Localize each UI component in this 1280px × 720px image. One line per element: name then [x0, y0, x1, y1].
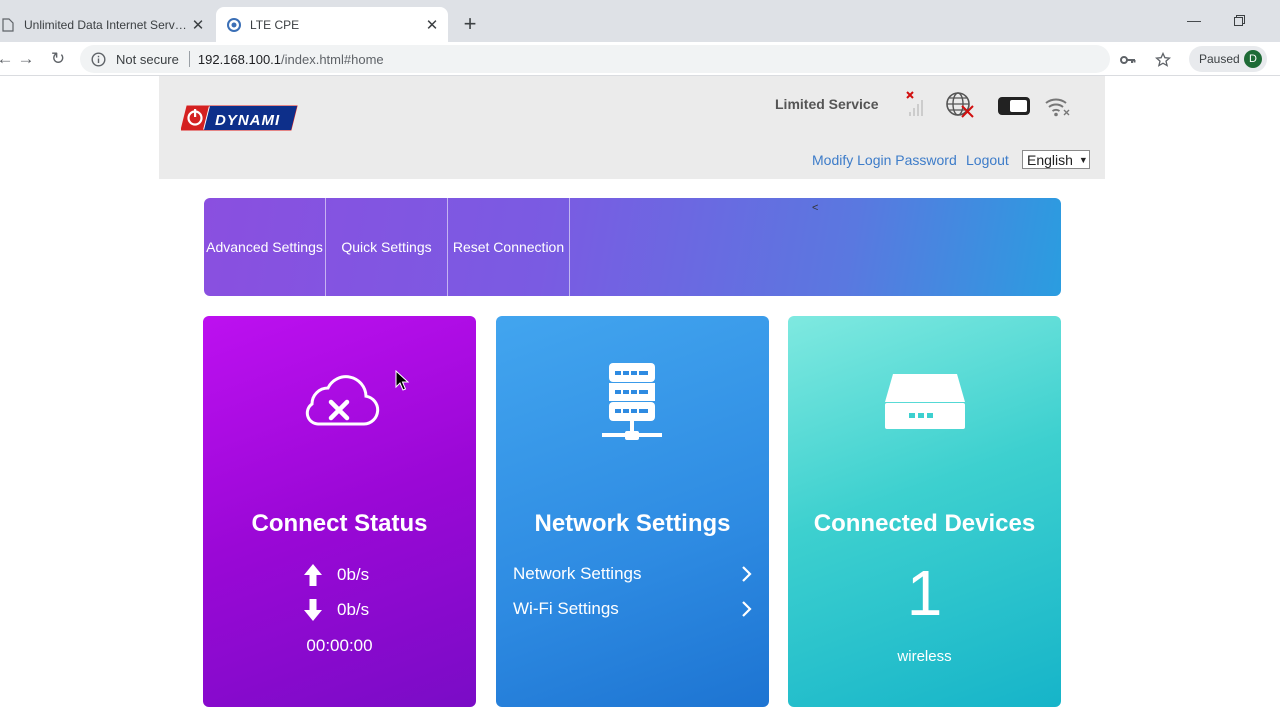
- menu-quick-settings[interactable]: Quick Settings: [326, 198, 448, 296]
- signal-icon: [904, 90, 924, 120]
- key-icon[interactable]: [1118, 50, 1138, 70]
- url-host: 192.168.100.1: [197, 51, 282, 67]
- wifi-settings-link[interactable]: Wi-Fi Settings: [513, 599, 753, 619]
- router-device-icon: [883, 372, 967, 437]
- new-tab-button[interactable]: +: [458, 11, 482, 36]
- connected-devices-card[interactable]: Connected Devices 1 wireless: [788, 316, 1061, 707]
- browser-toolbar: ← → ↻ Not secure 192.168.100.1/index.htm…: [0, 42, 1280, 76]
- card-title: Network Settings: [534, 510, 731, 537]
- card-title: Connected Devices: [813, 510, 1036, 537]
- forward-icon[interactable]: →: [15, 48, 37, 70]
- profile-status: Paused: [1199, 52, 1240, 66]
- url-path: /index.html#home: [281, 51, 384, 67]
- info-icon[interactable]: [90, 51, 106, 67]
- bookmark-star-icon[interactable]: [1153, 50, 1173, 70]
- restore-icon[interactable]: [1229, 10, 1249, 30]
- main-menu-bar: Advanced Settings Quick Settings Reset C…: [204, 198, 1061, 296]
- avatar: D: [1244, 50, 1262, 68]
- link-label: Network Settings: [513, 564, 642, 583]
- security-label: Not secure: [116, 51, 179, 67]
- chevron-right-icon: [742, 601, 752, 617]
- tab-unlimited-data[interactable]: Unlimited Data Internet Service - ✕: [0, 7, 214, 42]
- arrow-up-icon: [304, 564, 322, 586]
- mouse-cursor-icon: [395, 369, 410, 397]
- link-label: Wi-Fi Settings: [513, 599, 619, 618]
- page-icon: [0, 17, 16, 33]
- menu-advanced-settings[interactable]: Advanced Settings: [204, 198, 326, 296]
- server-network-icon: [601, 361, 663, 450]
- upload-rate-row: 0b/s: [303, 563, 369, 587]
- reload-icon[interactable]: ↻: [47, 48, 69, 70]
- menu-scroll-arrow[interactable]: <: [812, 202, 818, 214]
- device-type-label: wireless: [897, 648, 952, 665]
- logout-link[interactable]: Logout: [966, 152, 1009, 168]
- upload-rate: 0b/s: [337, 565, 370, 584]
- connect-status-card[interactable]: Connect Status 0b/s 0b/s 00:00:00: [203, 316, 476, 707]
- internet-disconnected-icon: [945, 90, 977, 120]
- device-count: 1: [906, 557, 943, 629]
- tab-lte-cpe[interactable]: LTE CPE ✕: [216, 7, 448, 42]
- connection-duration: 00:00:00: [306, 636, 373, 655]
- network-settings-card[interactable]: Network Settings Network Settings Wi-Fi …: [496, 316, 769, 707]
- wifi-off-icon: [1044, 90, 1072, 120]
- profile-button[interactable]: Paused D: [1189, 46, 1267, 72]
- battery-icon: [997, 90, 1033, 120]
- close-tab-icon[interactable]: ✕: [422, 15, 442, 35]
- language-value: English: [1027, 151, 1073, 168]
- download-rate-row: 0b/s: [303, 598, 369, 622]
- network-settings-link[interactable]: Network Settings: [513, 564, 753, 584]
- tab-title: Unlimited Data Internet Service -: [24, 17, 188, 32]
- close-tab-icon[interactable]: ✕: [188, 15, 208, 35]
- address-bar[interactable]: Not secure 192.168.100.1/index.html#home: [80, 45, 1110, 73]
- tab-title: LTE CPE: [250, 17, 300, 32]
- divider: [188, 51, 190, 67]
- chevron-right-icon: [742, 566, 752, 582]
- chevron-down-icon: ▼: [1078, 154, 1088, 165]
- browser-tab-strip: Unlimited Data Internet Service - ✕ LTE …: [0, 0, 1280, 42]
- modify-password-link[interactable]: Modify Login Password: [812, 152, 957, 168]
- service-status: Limited Service: [775, 96, 879, 112]
- brand-logo[interactable]: DYNAMI: [180, 103, 299, 133]
- router-header: DYNAMI Limited Service Modify Login Pass…: [159, 76, 1105, 179]
- card-title: Connect Status: [251, 510, 428, 537]
- download-rate: 0b/s: [337, 600, 370, 619]
- logo-text: DYNAMI: [215, 112, 280, 129]
- minimize-icon[interactable]: —: [1184, 10, 1204, 30]
- cloud-disconnected-icon: [300, 374, 380, 435]
- language-select[interactable]: English ▼: [1022, 150, 1090, 169]
- arrow-down-icon: [304, 599, 322, 621]
- back-icon[interactable]: ←: [0, 48, 16, 70]
- site-favicon-icon: [226, 17, 242, 33]
- menu-reset-connection[interactable]: Reset Connection: [448, 198, 570, 296]
